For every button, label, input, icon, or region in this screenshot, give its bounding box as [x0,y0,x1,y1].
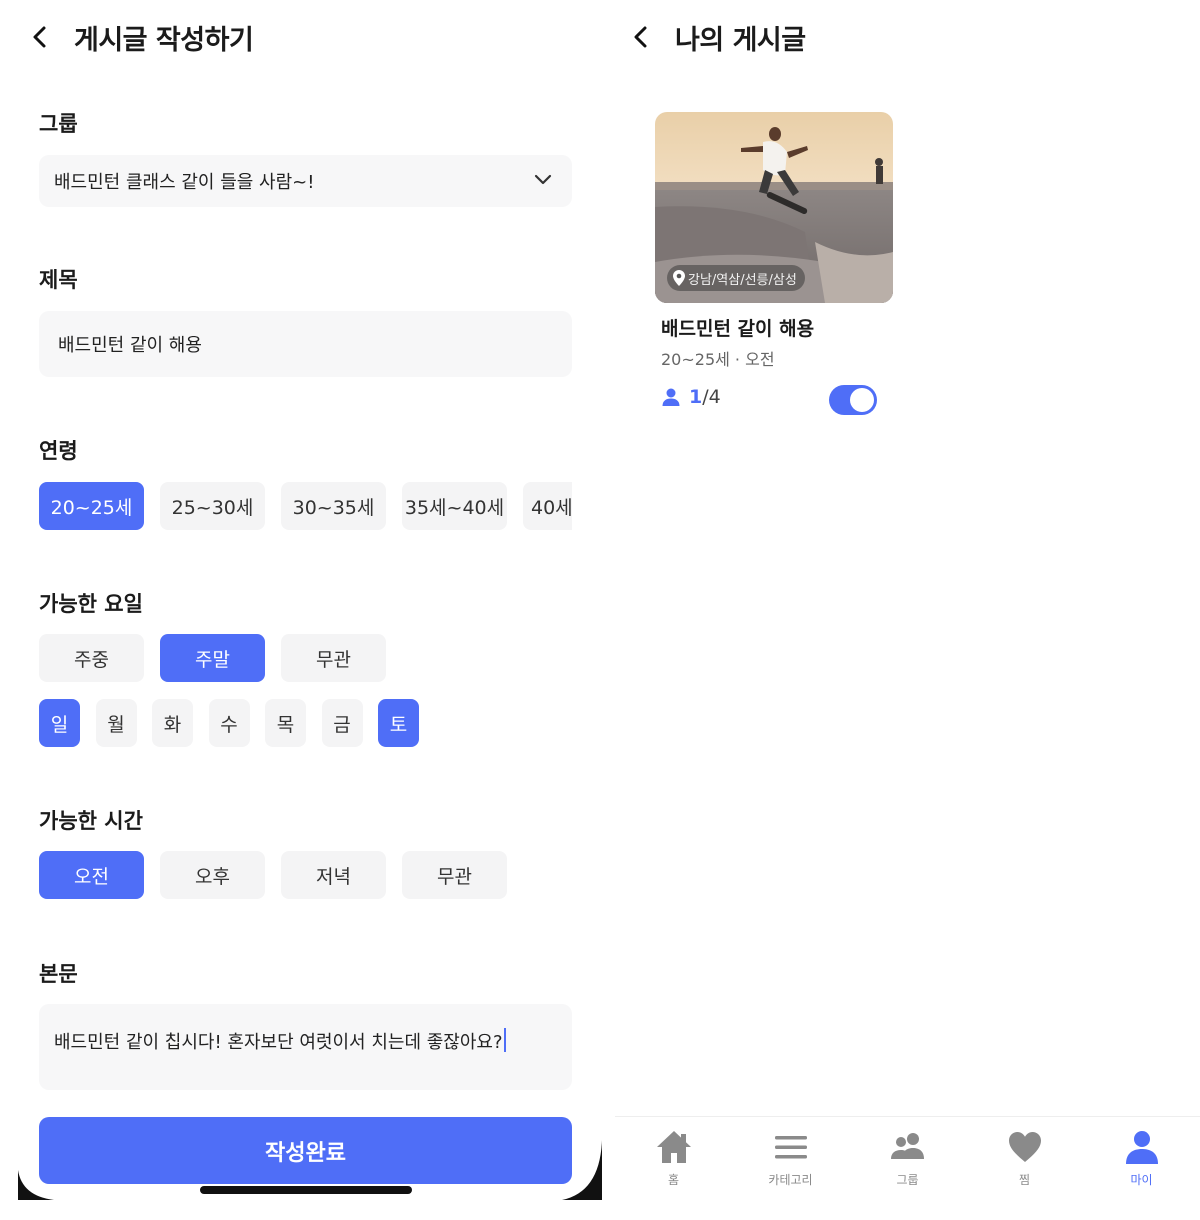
day-type-chip-weekend[interactable]: 주말 [160,634,265,682]
bottom-tab-bar: 홈 카테고리 그룹 찜 마이 [615,1116,1200,1220]
menu-icon [774,1136,807,1159]
tab-home[interactable]: 홈 [615,1117,732,1220]
tab-category[interactable]: 카테고리 [732,1117,849,1220]
tab-category-label: 카테고리 [768,1173,813,1187]
weekday-chip-sun[interactable]: 일 [39,699,80,747]
post-meta: 20~25세 · 오전 [661,350,775,369]
chevron-left-icon [634,26,647,48]
post-active-toggle[interactable] [829,385,877,415]
time-chip-evening[interactable]: 저녁 [281,851,386,899]
device-corner-right [562,1140,602,1200]
my-posts-screen: 나의 게시글 강남/역삼/선릉/삼성 배드민턴 같이 해용 20~25세 · 오… [615,0,1200,1220]
page-title: 나의 게시글 [675,24,806,56]
time-chip-row: 오전 오후 저녁 무관 [39,851,523,899]
age-chip-35-40[interactable]: 35세~40세 [402,482,507,530]
weekday-chip-fri[interactable]: 금 [321,699,363,747]
my-posts-header: 나의 게시글 [629,14,806,60]
weekday-chip-row: 일 월 화 수 목 금 토 [39,699,435,747]
write-post-screen: 게시글 작성하기 그룹 배드민턴 클래스 같이 들을 사람~! 제목 배드민턴 … [0,0,610,1220]
age-chip-20-25[interactable]: 20~25세 [39,482,144,530]
day-type-chip-weekday[interactable]: 주중 [39,634,144,682]
write-header: 게시글 작성하기 [28,14,254,60]
body-textarea[interactable]: 배드민턴 같이 칩시다! 혼자보단 여럿이서 치는데 좋잖아요? [39,1004,572,1090]
days-label: 가능한 요일 [39,592,143,616]
home-icon [656,1131,691,1163]
age-chip-scroller[interactable]: 20~25세 25~30세 30~35세 35세~40세 40세 [39,482,572,532]
text-cursor [503,1028,506,1052]
submit-button[interactable]: 작성완료 [39,1117,572,1184]
age-chip-row: 20~25세 25~30세 30~35세 35세~40세 40세 [39,482,572,530]
weekday-chip-tue[interactable]: 화 [152,699,193,747]
toggle-knob [850,388,874,412]
subject-input[interactable]: 배드민턴 같이 해용 [39,311,572,377]
member-count: 1 /4 [661,386,721,408]
chevron-left-icon [33,26,46,48]
tab-group[interactable]: 그룹 [849,1117,966,1220]
location-text: 강남/역삼/선릉/삼성 [688,272,797,288]
time-chip-morning[interactable]: 오전 [39,851,144,899]
back-button[interactable] [629,25,653,49]
tab-wishlist[interactable]: 찜 [966,1117,1083,1220]
subject-input-value: 배드민턴 같이 해용 [58,335,202,356]
chevron-down-icon [534,174,552,185]
age-chip-40[interactable]: 40세 [523,482,572,530]
weekday-chip-mon[interactable]: 월 [95,699,137,747]
tab-wishlist-label: 찜 [1018,1173,1031,1187]
time-chip-any[interactable]: 무관 [402,851,507,899]
age-chip-30-35[interactable]: 30~35세 [281,482,386,530]
body-label: 본문 [39,962,78,986]
age-chip-25-30[interactable]: 25~30세 [160,482,265,530]
body-textarea-value: 배드민턴 같이 칩시다! 혼자보단 여럿이서 치는데 좋잖아요? [54,1032,503,1053]
tab-my-label: 마이 [1130,1173,1153,1187]
back-button[interactable] [28,25,52,49]
tab-my[interactable]: 마이 [1083,1117,1200,1220]
member-count-total: /4 [702,386,721,408]
heart-icon [1008,1132,1041,1162]
post-card[interactable]: 강남/역삼/선릉/삼성 배드민턴 같이 해용 20~25세 · 오전 1 /4 [655,112,893,415]
group-select-value: 배드민턴 클래스 같이 들을 사람~! [54,172,315,193]
age-label: 연령 [39,439,78,463]
tab-home-label: 홈 [667,1173,680,1187]
group-label: 그룹 [39,112,78,136]
tab-group-label: 그룹 [896,1173,919,1187]
location-badge: 강남/역삼/선릉/삼성 [667,265,805,291]
day-type-chip-row: 주중 주말 무관 [39,634,402,682]
group-icon [890,1133,924,1159]
person-icon [1125,1131,1158,1164]
group-select[interactable]: 배드민턴 클래스 같이 들을 사람~! [39,155,572,207]
person-icon [662,388,680,406]
member-count-current: 1 [689,386,703,408]
map-pin-icon [673,270,685,286]
weekday-chip-wed[interactable]: 수 [208,699,250,747]
post-thumbnail: 강남/역삼/선릉/삼성 [655,112,893,303]
page-title: 게시글 작성하기 [74,24,254,56]
subject-label: 제목 [39,268,78,292]
post-title: 배드민턴 같이 해용 [661,318,815,340]
time-label: 가능한 시간 [39,809,143,833]
device-corner-left [18,1170,54,1200]
day-type-chip-any[interactable]: 무관 [281,634,386,682]
weekday-chip-sat[interactable]: 토 [378,699,419,747]
weekday-chip-thu[interactable]: 목 [265,699,306,747]
time-chip-afternoon[interactable]: 오후 [160,851,265,899]
home-indicator [200,1186,412,1194]
